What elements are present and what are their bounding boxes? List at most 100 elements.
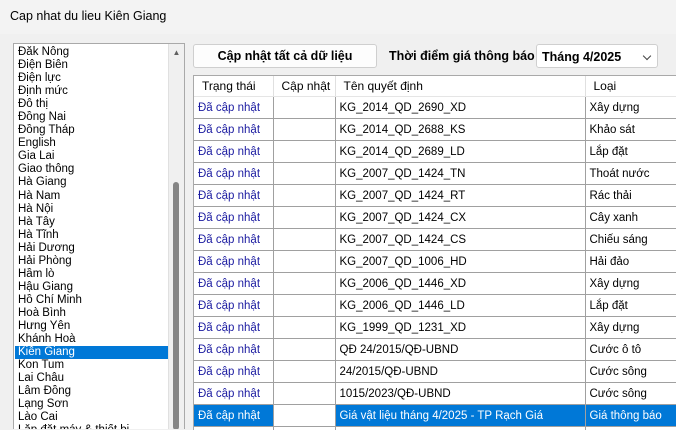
province-item[interactable]: Lâm Đồng [15, 385, 170, 398]
status-cell[interactable]: Đã cập nhật [194, 207, 273, 229]
province-item[interactable]: Điện lực [15, 72, 170, 85]
decision-name-cell[interactable]: Giá vật liệu tháng 4/2025 - TP Rạch Giá [335, 405, 585, 427]
type-cell[interactable] [585, 427, 676, 430]
type-cell[interactable]: Giá thông báo [585, 405, 676, 427]
decision-grid[interactable]: Trạng thái Cập nhật Tên quyết định Loại … [193, 75, 676, 430]
price-time-select[interactable]: Tháng 4/2025 [536, 44, 658, 68]
type-cell[interactable]: Rác thải [585, 185, 676, 207]
column-header-update[interactable]: Cập nhật [273, 76, 335, 97]
type-cell[interactable]: Xây dựng [585, 317, 676, 339]
status-cell[interactable]: Đã cập nhật [194, 119, 273, 141]
province-item[interactable]: Hà Tĩnh [15, 229, 170, 242]
province-item[interactable]: Lạng Sơn [15, 398, 170, 411]
update-checkbox-cell[interactable] [273, 119, 335, 141]
update-all-button[interactable]: Cập nhật tất cả dữ liệu [193, 44, 377, 68]
decision-name-cell[interactable]: 24/2015/QĐ-UBND [335, 361, 585, 383]
status-cell[interactable]: Đã cập nhật [194, 273, 273, 295]
column-header-status[interactable]: Trạng thái [194, 76, 273, 97]
status-cell[interactable]: Đã cập nhật [194, 141, 273, 163]
province-item[interactable]: Giao thông [15, 163, 170, 176]
province-item[interactable]: Hầm lò [15, 268, 170, 281]
decision-name-cell[interactable]: KG_2014_QD_2688_KS [335, 119, 585, 141]
type-cell[interactable]: Cước sông [585, 383, 676, 405]
decision-name-cell[interactable]: KG_2007_QD_1424_RT [335, 185, 585, 207]
status-cell[interactable]: Đã cập nhật [194, 229, 273, 251]
decision-name-cell[interactable] [335, 427, 585, 430]
table-row[interactable]: Đã cập nhật1015/2023/QĐ-UBNDCước sông [194, 383, 676, 405]
column-header-type[interactable]: Loại [585, 76, 676, 97]
type-cell[interactable]: Lắp đặt [585, 295, 676, 317]
table-row[interactable]: Đã cập nhật KG_2014_QD_2690_XDXây dựng [194, 97, 676, 119]
table-row[interactable]: Đã cập nhật KG_2006_QD_1446_XDXây dựng [194, 273, 676, 295]
type-cell[interactable]: Xây dựng [585, 273, 676, 295]
province-item[interactable]: Điện Biên [15, 59, 170, 72]
type-cell[interactable]: Cước sông [585, 361, 676, 383]
status-cell[interactable]: Đã cập nhật [194, 361, 273, 383]
decision-name-cell[interactable]: KG_2006_QD_1446_LD [335, 295, 585, 317]
status-cell[interactable] [194, 427, 273, 430]
table-row[interactable] [194, 427, 676, 430]
decision-name-cell[interactable]: KG_2007_QD_1424_CX [335, 207, 585, 229]
province-item[interactable]: Gia Lai [15, 150, 170, 163]
type-cell[interactable]: Hải đảo [585, 251, 676, 273]
update-checkbox-cell[interactable] [273, 383, 335, 405]
decision-name-cell[interactable]: KG_2007_QD_1424_CS [335, 229, 585, 251]
table-row[interactable]: Đã cập nhậtQĐ 24/2015/QĐ-UBNDCước ô tô [194, 339, 676, 361]
decision-name-cell[interactable]: KG_2007_QD_1006_HD [335, 251, 585, 273]
type-cell[interactable]: Xây dựng [585, 97, 676, 119]
province-item[interactable]: Kiên Giang [15, 346, 170, 359]
decision-name-cell[interactable]: KG_2014_QD_2690_XD [335, 97, 585, 119]
province-item[interactable]: Định mức [15, 85, 170, 98]
scroll-thumb[interactable] [173, 182, 179, 429]
decision-name-cell[interactable]: QĐ 24/2015/QĐ-UBND [335, 339, 585, 361]
province-item[interactable]: Đồng Tháp [15, 124, 170, 137]
update-checkbox-cell[interactable] [273, 273, 335, 295]
update-checkbox-cell[interactable] [273, 251, 335, 273]
decision-name-cell[interactable]: KG_1999_QD_1231_XD [335, 317, 585, 339]
type-cell[interactable]: Khảo sát [585, 119, 676, 141]
type-cell[interactable]: Thoát nước [585, 163, 676, 185]
decision-name-cell[interactable]: KG_2006_QD_1446_XD [335, 273, 585, 295]
province-item[interactable]: Kon Tum [15, 359, 170, 372]
province-item[interactable]: Hà Tây [15, 216, 170, 229]
update-checkbox-cell[interactable] [273, 163, 335, 185]
update-checkbox-cell[interactable] [273, 317, 335, 339]
scroll-up-arrow-icon[interactable]: ▲ [169, 46, 184, 59]
decision-name-cell[interactable]: KG_2007_QD_1424_TN [335, 163, 585, 185]
table-row[interactable]: Đã cập nhật KG_2014_QD_2688_KSKhảo sát [194, 119, 676, 141]
decision-name-cell[interactable]: KG_2014_QD_2689_LD [335, 141, 585, 163]
table-row[interactable]: Đã cập nhật KG_2014_QD_2689_LDLắp đặt [194, 141, 676, 163]
province-item[interactable]: Lai Châu [15, 372, 170, 385]
status-cell[interactable]: Đã cập nhật [194, 317, 273, 339]
province-item[interactable]: Hà Nội [15, 203, 170, 216]
update-checkbox-cell[interactable] [273, 229, 335, 251]
table-row[interactable]: Đã cập nhật Giá vật liệu tháng 4/2025 - T… [194, 405, 676, 427]
table-row[interactable]: Đã cập nhậtKG_2006_QD_1446_LDLắp đặt [194, 295, 676, 317]
update-checkbox-cell[interactable] [273, 207, 335, 229]
update-checkbox-cell[interactable] [273, 339, 335, 361]
province-listbox[interactable]: Đăk NôngĐiện BiênĐiện lựcĐịnh mứcĐô thị Đ… [13, 43, 185, 429]
province-item[interactable]: Lắp đặt máy & thiết bị [15, 424, 170, 429]
province-item[interactable]: Hà Giang [15, 176, 170, 189]
status-cell[interactable]: Đã cập nhật [194, 163, 273, 185]
province-item[interactable]: Hồ Chí Minh [15, 294, 170, 307]
province-item[interactable]: Hải Dương [15, 242, 170, 255]
table-row[interactable]: Đã cập nhật KG_2007_QD_1424_RTRác thải [194, 185, 676, 207]
update-checkbox-cell[interactable] [273, 405, 335, 427]
update-checkbox-cell[interactable] [273, 295, 335, 317]
type-cell[interactable]: Cây xanh [585, 207, 676, 229]
type-cell[interactable]: Lắp đặt [585, 141, 676, 163]
update-checkbox-cell[interactable] [273, 361, 335, 383]
province-item[interactable]: Hoà Bình [15, 307, 170, 320]
province-item[interactable]: Đăk Nông [15, 46, 170, 59]
table-row[interactable]: Đã cập nhật KG_2007_QD_1424_CSChiếu sáng [194, 229, 676, 251]
province-item[interactable]: Đô thị [15, 98, 170, 111]
province-item[interactable]: English [15, 137, 170, 150]
status-cell[interactable]: Đã cập nhật [194, 185, 273, 207]
update-checkbox-cell[interactable] [273, 427, 335, 430]
table-row[interactable]: Đã cập nhật KG_2007_QD_1424_TNThoát nước [194, 163, 676, 185]
decision-name-cell[interactable]: 1015/2023/QĐ-UBND [335, 383, 585, 405]
status-cell[interactable]: Đã cập nhật [194, 405, 273, 427]
status-cell[interactable]: Đã cập nhật [194, 97, 273, 119]
type-cell[interactable]: Chiếu sáng [585, 229, 676, 251]
